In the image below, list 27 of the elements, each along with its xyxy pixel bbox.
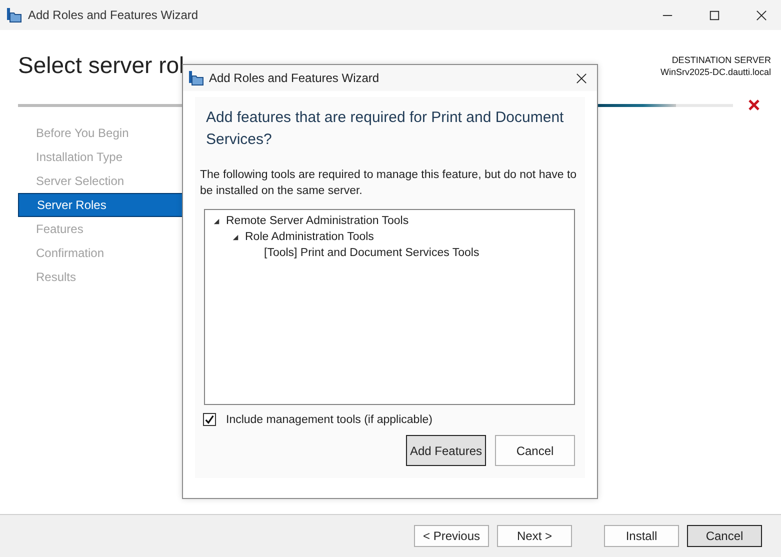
wizard-button[interactable]: Next > [497, 525, 572, 547]
wizard-icon [6, 7, 22, 23]
checkbox-label[interactable]: Include management tools (if applicable) [226, 414, 432, 426]
sidebar-item[interactable]: Server Roles [18, 193, 183, 217]
expanded-icon[interactable] [232, 234, 239, 240]
wizard-button[interactable]: Install [604, 525, 679, 547]
destination-label: DESTINATION SERVER [672, 55, 771, 65]
wizard-icon [188, 70, 204, 86]
close-icon[interactable] [756, 10, 767, 20]
tree-item[interactable]: Role Administration Tools [245, 231, 374, 243]
tree-item[interactable]: [Tools] Print and Document Services Tools [264, 247, 480, 259]
wizard-button[interactable]: Cancel [687, 525, 762, 547]
expanded-icon[interactable] [213, 218, 220, 224]
window-title: Add Roles and Features Wizard [28, 8, 198, 22]
maximize-icon[interactable] [709, 10, 720, 20]
dialog-button[interactable]: Cancel [495, 435, 575, 466]
page-title: Select server rol [18, 52, 184, 78]
dialog-button[interactable]: Add Features [406, 435, 486, 466]
dialog-description: The following tools are required to manage this feature, but do not have to be installed on the same server. [200, 168, 577, 199]
error-icon [748, 99, 760, 111]
dialog-title: Add Roles and Features Wizard [209, 71, 380, 85]
tree-item[interactable]: Remote Server Administration Tools [226, 215, 409, 227]
checkbox[interactable] [203, 413, 216, 426]
wizard-button[interactable]: < Previous [414, 525, 489, 547]
close-icon[interactable] [576, 72, 587, 84]
destination-server: WinSrv2025-DC.dautti.local [660, 67, 771, 77]
dialog-heading: Add features that are required for Print and Document Services? [206, 108, 565, 150]
